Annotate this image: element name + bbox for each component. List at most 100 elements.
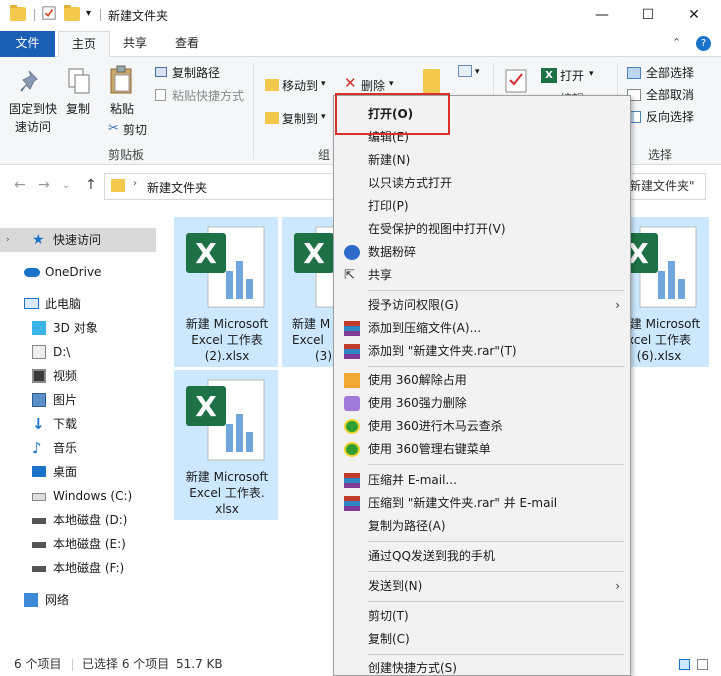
paste-button[interactable]: 粘贴 (110, 100, 134, 117)
menu-label: 剪切(T) (368, 609, 409, 623)
nav-item-pictures[interactable]: 图片 (0, 388, 156, 412)
pin-to-quick-access-button[interactable]: 固定到快 速访问 (8, 100, 58, 136)
move-to-icon (265, 79, 279, 91)
tab-share[interactable]: 共享 (110, 31, 160, 57)
maximize-button[interactable]: ☐ (625, 0, 671, 31)
item-count: 6 个项目 (14, 657, 62, 671)
nav-item-downloads[interactable]: ↓ 下载 (0, 412, 156, 436)
nav-label: 本地磁盘 (F:) (53, 561, 125, 575)
menu-item-copy-as-path[interactable]: 复制为路径(A) (334, 515, 630, 538)
delete-icon: ✕ (344, 74, 357, 92)
nav-item-3d-objects[interactable]: 3D 对象 (0, 316, 156, 340)
nav-item-desktop[interactable]: 桌面 (0, 460, 156, 484)
nav-label: 视频 (53, 369, 78, 383)
nav-label: D:\ (53, 345, 71, 359)
tab-view[interactable]: 查看 (162, 31, 212, 57)
nav-item-music[interactable]: ♪ 音乐 (0, 436, 156, 460)
folder-icon (111, 179, 125, 192)
menu-item-new[interactable]: 新建(N) (334, 149, 630, 172)
network-icon (24, 593, 38, 607)
menu-item-add-to-archive[interactable]: 添加到压缩文件(A)... (334, 317, 630, 340)
menu-item-protected-view[interactable]: 在受保护的视图中打开(V) (334, 218, 630, 241)
menu-separator (368, 366, 624, 367)
address-bar[interactable]: › 新建文件夹 (104, 173, 334, 200)
nav-item-network[interactable]: 网络 (0, 588, 156, 612)
tab-home[interactable]: 主页 (58, 31, 111, 58)
copy-button[interactable]: 复制 (66, 100, 90, 117)
invert-selection-button[interactable]: 反向选择 (646, 108, 694, 125)
nav-item-windows-c[interactable]: Windows (C:) (0, 484, 156, 508)
copy-icon (68, 68, 90, 94)
computer-icon (24, 298, 39, 309)
menu-item-compress-email[interactable]: 压缩并 E-mail... (334, 469, 630, 492)
nav-item-this-pc[interactable]: 此电脑 (0, 292, 156, 316)
menu-item-share[interactable]: ⇱ 共享 (334, 264, 630, 287)
select-all-button[interactable]: 全部选择 (646, 64, 694, 81)
move-to-button[interactable]: 移动到 (282, 77, 318, 94)
help-icon[interactable]: ? (696, 36, 711, 51)
properties-icon[interactable] (41, 6, 57, 20)
nav-item-onedrive[interactable]: OneDrive (0, 260, 156, 284)
menu-item-copy[interactable]: 复制(C) (334, 628, 630, 651)
collapse-ribbon-icon[interactable]: ⌃ (672, 36, 681, 49)
cloud-icon (24, 268, 40, 277)
menu-item-360-scan[interactable]: 使用 360进行木马云查杀 (334, 415, 630, 438)
tab-file[interactable]: 文件 (0, 31, 55, 57)
ribbon-tabs: 文件 主页 共享 查看 ⌃ ? (0, 31, 721, 58)
menu-item-print[interactable]: 打印(P) (334, 195, 630, 218)
menu-label: 授予访问权限(G) (368, 298, 459, 312)
back-arrow-icon[interactable]: ← (14, 177, 26, 193)
delete-button[interactable]: 删除 (361, 77, 385, 94)
open-button[interactable]: 打开 (560, 67, 584, 84)
file-item[interactable]: X 新建 Microsoft Excel 工作表 (2).xlsx (174, 217, 278, 367)
nav-item-d-drive[interactable]: D:\ (0, 340, 156, 364)
select-group-label: 选择 (648, 148, 673, 162)
forward-arrow-icon[interactable]: → (38, 177, 50, 193)
recent-locations-chevron-icon[interactable]: ⌄ (62, 180, 70, 191)
menu-item-send-to[interactable]: 发送到(N) › (334, 575, 630, 598)
file-name-line: (2).xlsx (204, 349, 250, 363)
details-view-icon[interactable] (679, 659, 690, 670)
nav-label: OneDrive (45, 265, 102, 279)
copy-to-button[interactable]: 复制到 (282, 110, 318, 127)
context-menu: 打开(O) 编辑(E) 新建(N) 以只读方式打开 打印(P) 在受保护的视图中… (333, 95, 631, 676)
nav-item-local-disk-e[interactable]: 本地磁盘 (E:) (0, 532, 156, 556)
chevron-right-icon: › (615, 298, 620, 312)
nav-item-videos[interactable]: 视频 (0, 364, 156, 388)
scrollbar[interactable] (709, 207, 721, 653)
up-arrow-icon[interactable]: ↑ (85, 177, 97, 193)
highlight-annotation (335, 93, 450, 135)
menu-item-360-unlock[interactable]: 使用 360解除占用 (334, 369, 630, 392)
menu-item-grant-access[interactable]: 授予访问权限(G) › (334, 294, 630, 317)
cut-button[interactable]: 剪切 (123, 121, 147, 138)
menu-item-shred[interactable]: 数据粉碎 (334, 241, 630, 264)
svg-text:X: X (195, 237, 217, 270)
menu-item-open-readonly[interactable]: 以只读方式打开 (334, 172, 630, 195)
chevron-down-icon: ▾ (321, 112, 326, 122)
nav-item-local-disk-d[interactable]: 本地磁盘 (D:) (0, 508, 156, 532)
file-item[interactable]: X 新建 Microsoft Excel 工作表. xlsx (174, 370, 278, 520)
select-none-button[interactable]: 全部取消 (646, 86, 694, 103)
scissors-icon: ✂ (108, 121, 119, 136)
menu-item-360-manage[interactable]: 使用 360管理右键菜单 (334, 438, 630, 461)
copy-path-button[interactable]: 复制路径 (172, 64, 220, 81)
title-bar: ▾ 新建文件夹 — ☐ ✕ (0, 0, 721, 31)
close-button[interactable]: ✕ (671, 0, 717, 31)
winrar-icon (344, 496, 360, 511)
large-icons-view-icon[interactable] (697, 659, 708, 670)
menu-item-cut[interactable]: 剪切(T) (334, 605, 630, 628)
menu-item-compress-rar-email[interactable]: 压缩到 "新建文件夹.rar" 并 E-mail (334, 492, 630, 515)
nav-item-quick-access[interactable]: › ★ 快速访问 (0, 228, 156, 252)
search-input[interactable]: 新建文件夹" (626, 173, 706, 200)
quick-access-dropdown-icon[interactable]: ▾ (86, 8, 91, 19)
menu-item-add-to-rar[interactable]: 添加到 "新建文件夹.rar"(T) (334, 340, 630, 363)
menu-item-send-to-phone-qq[interactable]: 通过QQ发送到我的手机 (334, 545, 630, 568)
ribbon-separator (253, 63, 254, 159)
menu-item-360-force-delete[interactable]: 使用 360强力删除 (334, 392, 630, 415)
paste-shortcut-button[interactable]: 粘贴快捷方式 (172, 87, 244, 104)
navigation-pane: › ★ 快速访问 OneDrive 此电脑 3D 对象 D:\ 视频 图片 ↓ … (0, 207, 158, 647)
nav-item-local-disk-f[interactable]: 本地磁盘 (F:) (0, 556, 156, 580)
new-folder-icon[interactable] (64, 5, 80, 21)
minimize-button[interactable]: — (579, 0, 625, 31)
chevron-down-icon: ▾ (321, 79, 326, 89)
